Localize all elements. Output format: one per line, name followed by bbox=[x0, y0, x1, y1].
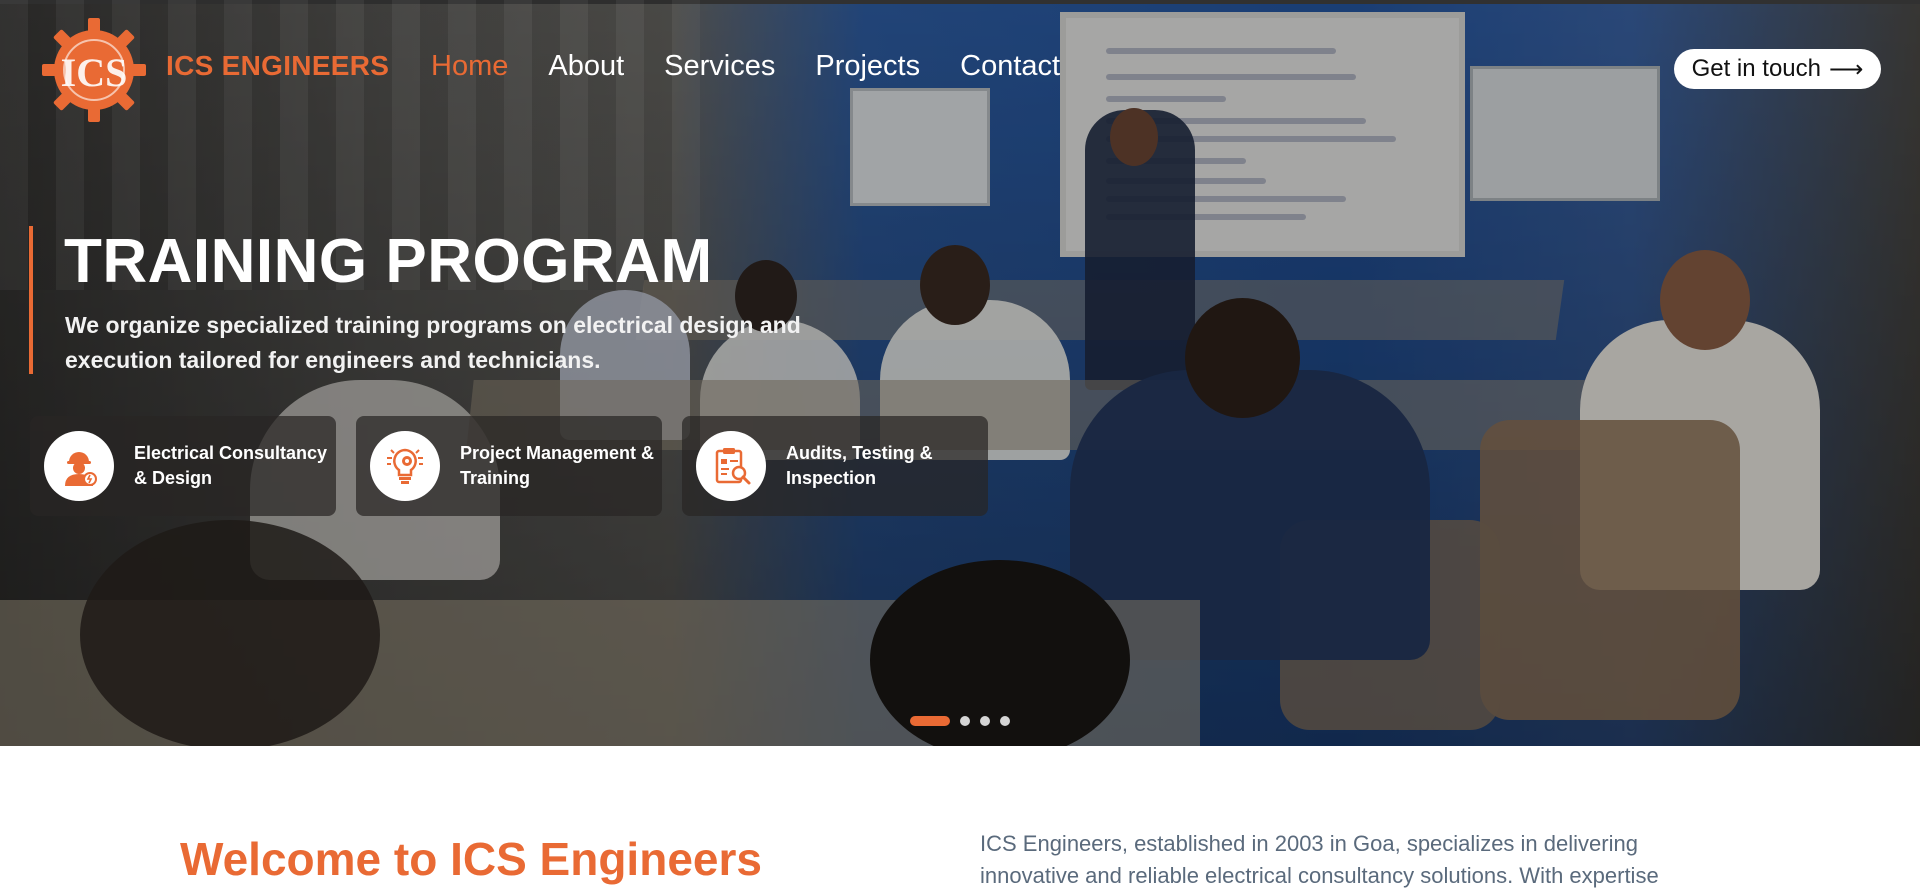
service-card-audits[interactable]: Audits, Testing & Inspection bbox=[682, 416, 988, 516]
slider-dot-4[interactable] bbox=[1000, 716, 1010, 726]
logo[interactable]: ICS bbox=[38, 14, 150, 126]
svg-text:ICS: ICS bbox=[61, 50, 128, 95]
hero-accent-bar bbox=[29, 226, 33, 374]
slider-dot-1[interactable] bbox=[910, 716, 950, 726]
slider-dot-2[interactable] bbox=[960, 716, 970, 726]
gear-logo-icon: ICS bbox=[42, 18, 146, 122]
slider-dots bbox=[910, 716, 1010, 726]
service-card-consultancy[interactable]: Electrical Consultancy & Design bbox=[30, 416, 336, 516]
arrow-right-icon: ⟶ bbox=[1829, 55, 1864, 83]
get-in-touch-label: Get in touch bbox=[1691, 55, 1821, 82]
nav-item-home[interactable]: Home bbox=[431, 50, 508, 83]
get-in-touch-button[interactable]: Get in touch ⟶ bbox=[1674, 49, 1881, 89]
nav-item-about[interactable]: About bbox=[548, 50, 624, 83]
service-card-label: Audits, Testing & Inspection bbox=[786, 443, 933, 488]
service-card-project-management[interactable]: Project Management & Training bbox=[356, 416, 662, 516]
nav-item-contact[interactable]: Contact bbox=[960, 50, 1060, 83]
brand-name[interactable]: ICS ENGINEERS bbox=[166, 50, 389, 82]
lightbulb-gear-icon bbox=[370, 431, 440, 501]
welcome-text: ICS Engineers, established in 2003 in Go… bbox=[980, 831, 1659, 888]
engineer-icon bbox=[44, 431, 114, 501]
hero-title: TRAINING PROGRAM bbox=[64, 227, 713, 296]
main-nav: Home About Services Projects Contact bbox=[431, 50, 1060, 83]
clipboard-search-icon bbox=[696, 431, 766, 501]
hero-banner: ICS ICS ENGINEERS Home About Services Pr… bbox=[0, 0, 1920, 746]
welcome-title: Welcome to ICS Engineers bbox=[180, 833, 762, 885]
service-card-label: Electrical Consultancy & Design bbox=[134, 443, 328, 488]
nav-item-services[interactable]: Services bbox=[664, 50, 775, 83]
hero-description: We organize specialized training program… bbox=[65, 312, 801, 373]
slider-dot-3[interactable] bbox=[980, 716, 990, 726]
nav-item-projects[interactable]: Projects bbox=[815, 50, 920, 83]
service-card-label: Project Management & Training bbox=[460, 443, 655, 488]
service-cards: Electrical Consultancy & Design Project … bbox=[30, 416, 988, 516]
